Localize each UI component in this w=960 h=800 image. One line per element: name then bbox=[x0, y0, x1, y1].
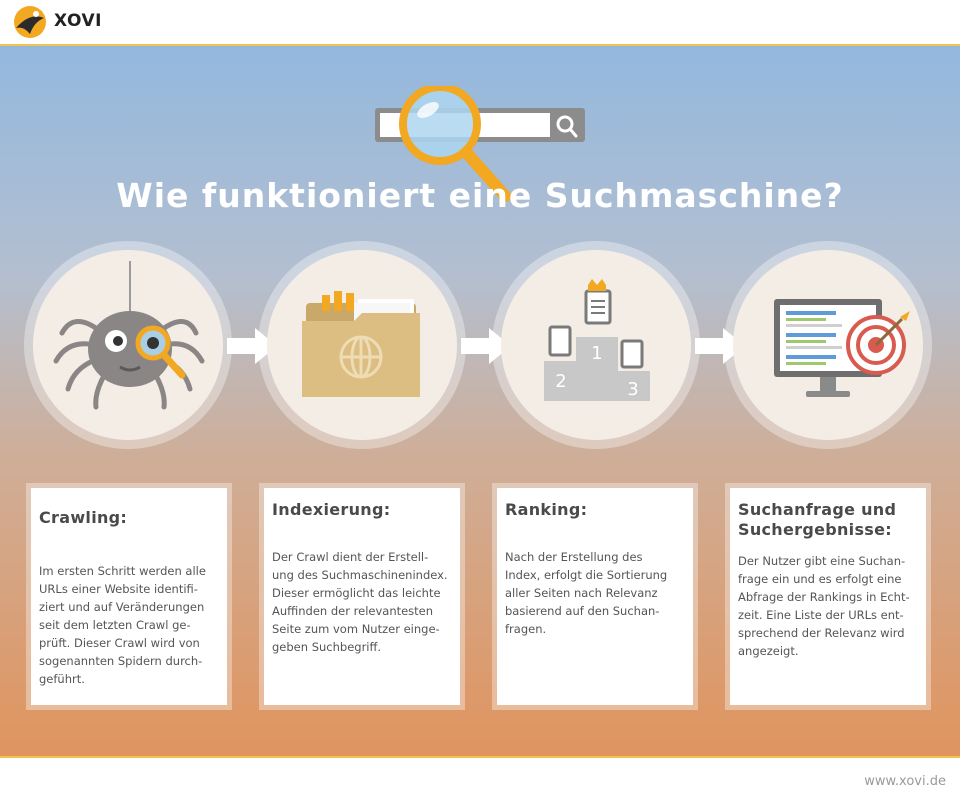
card-body: Im ersten Schritt werden alle URLs einer… bbox=[39, 564, 206, 686]
hero-section: Wie funktioniert eine Suchmaschine? 1 2 … bbox=[0, 46, 960, 758]
header-bar: XOVI bbox=[0, 0, 960, 46]
step-circle-crawling bbox=[24, 241, 232, 449]
card-body: Nach der Erstellung des Index, erfolgt d… bbox=[505, 550, 668, 636]
hero-bottom-divider bbox=[0, 756, 960, 758]
card-body: Der Crawl dient der Erstell- ung des Suc… bbox=[272, 550, 448, 654]
podium-icon: 1 2 3 bbox=[544, 279, 650, 401]
page-title: Wie funktioniert eine Suchmaschine? bbox=[116, 176, 844, 215]
step-circle-suchergebnisse bbox=[724, 241, 932, 449]
step-card-crawling: Crawling: Im ersten Schritt werden alle … bbox=[26, 483, 232, 710]
folder-icon bbox=[302, 291, 420, 397]
monitor-target-icon bbox=[774, 299, 910, 397]
card-title: Crawling: bbox=[39, 508, 128, 527]
card-title: Suchanfrage und Suchergebnisse: bbox=[738, 500, 897, 539]
podium-label-2: 2 bbox=[555, 371, 566, 392]
step-card-indexierung: Indexierung: Der Crawl dient der Erstell… bbox=[259, 483, 465, 710]
footer-url-link[interactable]: www.xovi.de bbox=[864, 774, 946, 789]
card-body: Der Nutzer gibt eine Suchan- frage ein u… bbox=[738, 554, 910, 658]
footer: www.xovi.de bbox=[0, 760, 960, 800]
xovi-logo-icon[interactable] bbox=[12, 4, 48, 40]
step-circle-ranking: 1 2 3 bbox=[492, 241, 700, 449]
card-title: Ranking: bbox=[505, 500, 588, 519]
step-card-ranking: Ranking: Nach der Erstellung des Index, … bbox=[492, 483, 698, 710]
spider-icon bbox=[53, 261, 205, 410]
step-card-suchergebnisse: Suchanfrage und Suchergebnisse: Der Nutz… bbox=[725, 483, 931, 710]
podium-label-3: 3 bbox=[627, 379, 638, 400]
brand-name[interactable]: XOVI bbox=[54, 11, 102, 31]
card-title: Indexierung: bbox=[272, 500, 391, 519]
step-circle-indexierung bbox=[258, 241, 466, 449]
podium-label-1: 1 bbox=[591, 343, 602, 364]
